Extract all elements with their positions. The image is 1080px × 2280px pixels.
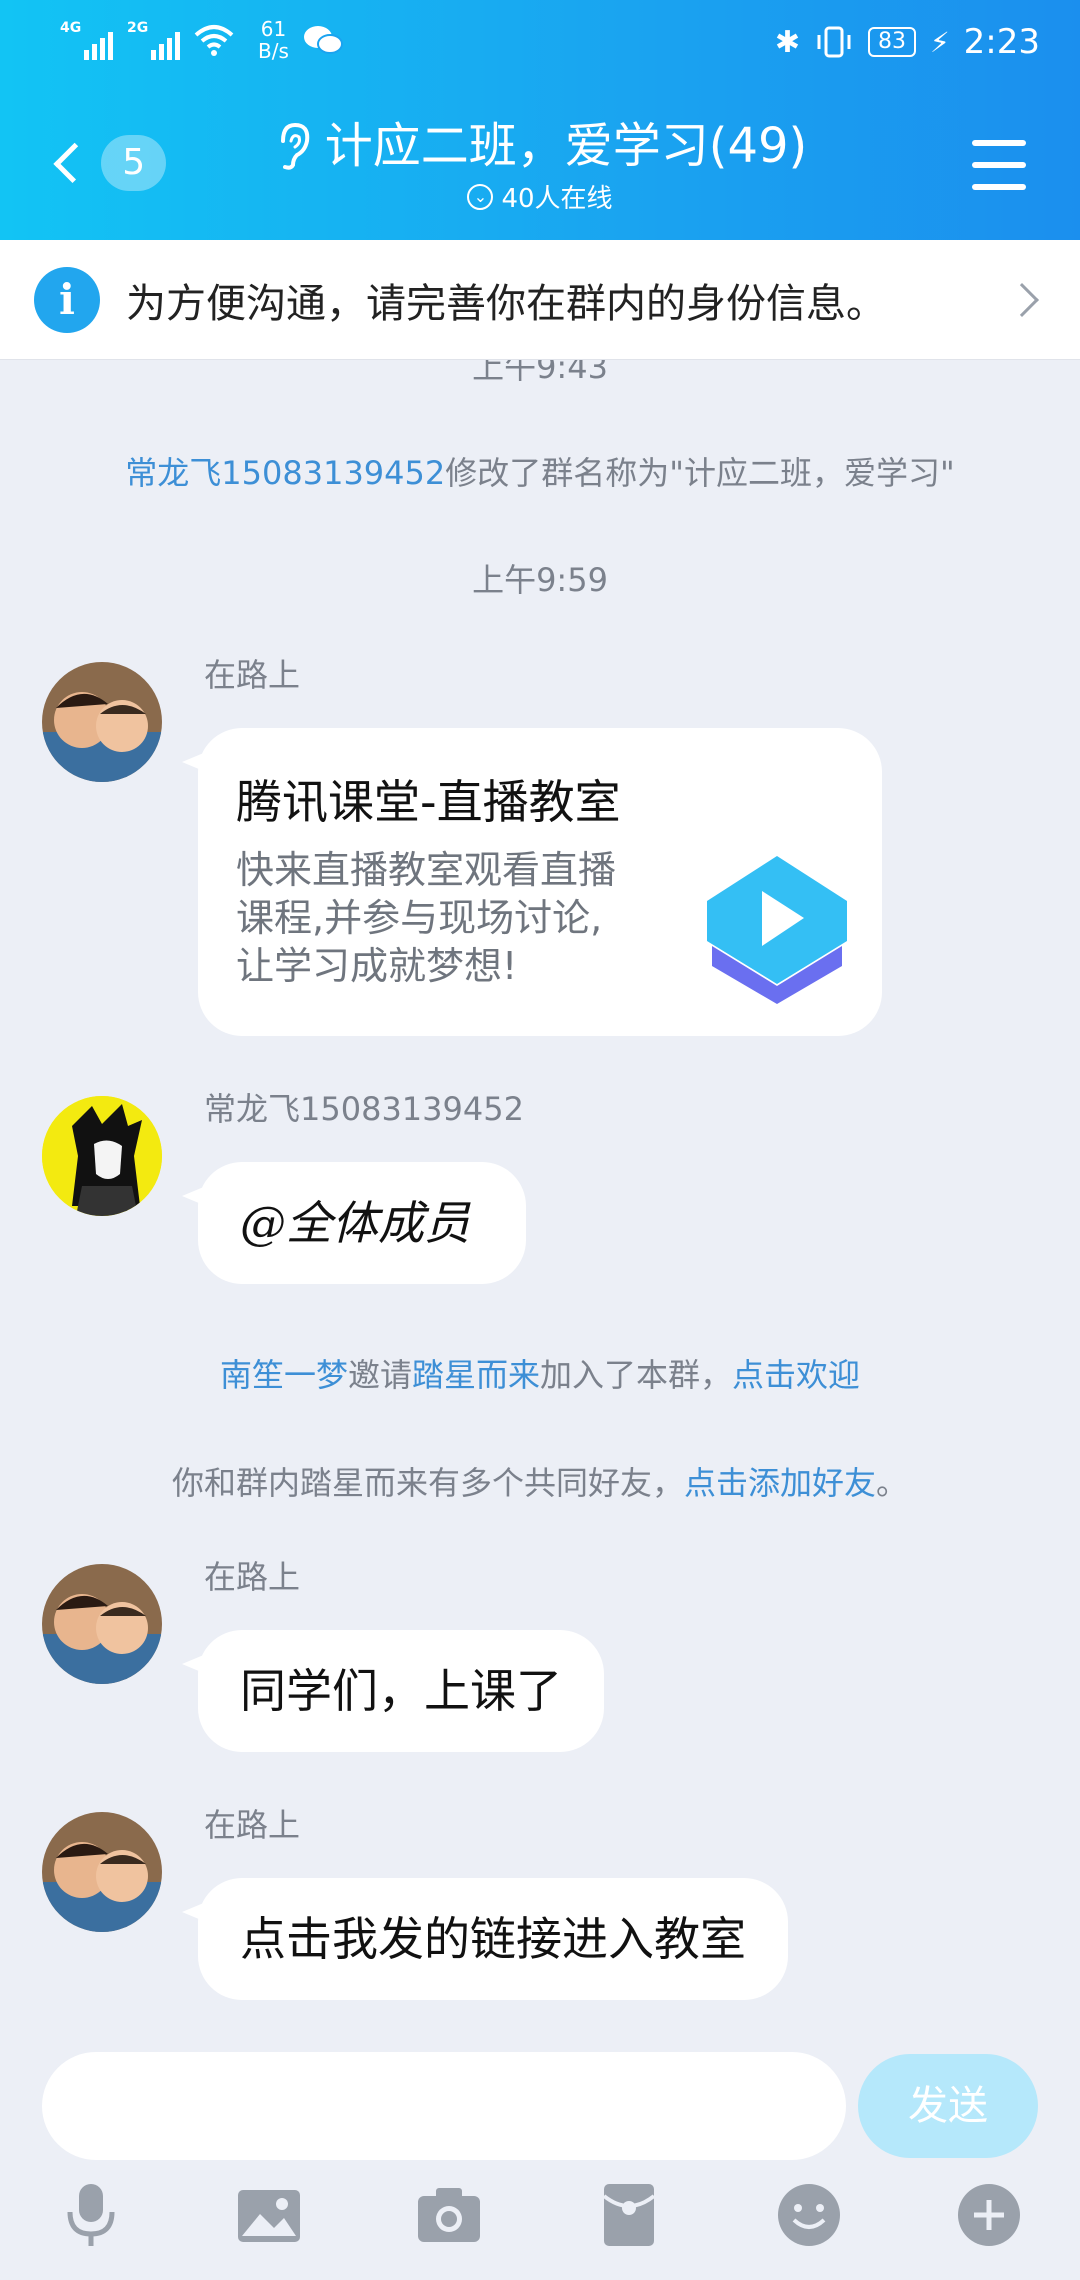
network-speed: 61 B/s [258, 18, 289, 62]
system-message-invite: 南笙一梦邀请踏星而来加入了本群，点击欢迎 [0, 1350, 1080, 1396]
speed-value: 61 [260, 17, 287, 41]
identity-notice[interactable]: i 为方便沟通，请完善你在群内的身份信息。 [0, 240, 1080, 360]
live-classroom-card[interactable]: 腾讯课堂-直播教室 快来直播教室观看直播 课程,并参与现场讨论, 让学习成就梦想… [182, 728, 882, 1036]
back-button[interactable]: 5 [46, 128, 166, 198]
ear-icon [280, 122, 309, 170]
system-message-friends: 你和群内踏星而来有多个共同好友，点击添加好友。 [0, 1458, 1080, 1504]
info-icon: i [34, 266, 100, 333]
bluetooth-icon: ✱ [774, 24, 800, 60]
user-link[interactable]: 踏星而来 [412, 1356, 540, 1394]
friends-end: 。 [876, 1464, 909, 1502]
welcome-link[interactable]: 点击欢迎 [732, 1356, 860, 1394]
wifi-icon [194, 25, 234, 56]
message-bubble[interactable]: 同学们，上课了 [182, 1630, 604, 1752]
timestamp: 上午9:59 [472, 561, 608, 599]
plus-icon[interactable] [954, 2180, 1024, 2250]
image-icon[interactable] [234, 2180, 304, 2250]
joined-text: 加入了本群， [540, 1356, 733, 1394]
charging-icon: ⚡ [929, 25, 950, 59]
chat-area[interactable]: 上午9:43 常龙飞15083139452修改了群名称为"计应二班，爱学习" 上… [0, 360, 1080, 2050]
timestamp: 上午9:43 [472, 360, 608, 386]
message-text: 点击我发的链接进入教室 [240, 1912, 746, 1966]
online-count: 40人在线 [501, 184, 613, 214]
menu-button[interactable] [972, 140, 1026, 190]
card-desc-line: 快来直播教室观看直播 [236, 848, 617, 892]
rename-text: 修改了群名称为"计应二班，爱学习" [445, 454, 955, 492]
avatar[interactable] [42, 662, 162, 782]
clock: 2:23 [963, 22, 1040, 62]
chevron-left-icon [53, 142, 95, 184]
red-packet-icon[interactable] [594, 2180, 664, 2250]
nav-bar: 5 计应二班，爱学习(49) ⌄ 40人在线 [0, 100, 1080, 240]
signal-label: 2G [127, 20, 149, 36]
sender-name: 在路上 [204, 656, 301, 694]
chevron-right-icon [1005, 282, 1039, 317]
tencent-classroom-logo-icon [707, 856, 847, 1004]
card-description: 快来直播教室观看直播 课程,并参与现场讨论, 让学习成就梦想! [236, 846, 676, 990]
message-text: 同学们，上课了 [240, 1664, 562, 1718]
card-desc-line: 课程,并参与现场讨论, [236, 896, 603, 940]
vibrate-icon [817, 26, 851, 58]
notice-text: 为方便沟通，请完善你在群内的身份信息。 [126, 280, 886, 327]
signal-4g-icon: 4G [60, 20, 113, 60]
friends-text: 你和群内踏星而来有多个共同好友， [171, 1464, 684, 1502]
chat-title-area[interactable]: 计应二班，爱学习(49) ⌄ 40人在线 [220, 114, 860, 215]
user-link[interactable]: 南笙一梦 [220, 1356, 348, 1394]
unread-badge: 5 [101, 135, 166, 191]
avatar[interactable] [42, 1564, 162, 1684]
input-bar: 发送 [0, 2050, 1080, 2280]
system-message-rename: 常龙飞15083139452修改了群名称为"计应二班，爱学习" [0, 448, 1080, 494]
header: 4G 2G 61 B/s ✱ 83 ⚡ 2:23 5 计应二班，爱学习(49) … [0, 0, 1080, 240]
avatar[interactable] [42, 1812, 162, 1932]
page-title: 计应二班，爱学习(49) [324, 118, 808, 174]
invite-verb: 邀请 [347, 1356, 412, 1394]
wechat-icon [303, 26, 343, 54]
toolbar [0, 2180, 1080, 2270]
signal-2g-icon: 2G [127, 20, 180, 60]
card-desc-line: 让学习成就梦想! [236, 944, 518, 988]
battery-indicator: 83 [867, 27, 916, 57]
sender-name: 在路上 [204, 1806, 301, 1844]
sender-name: 常龙飞15083139452 [204, 1090, 524, 1128]
status-bar: 4G 2G 61 B/s ✱ 83 ⚡ 2:23 [0, 0, 1080, 90]
signal-label: 4G [60, 20, 82, 36]
message-bubble[interactable]: 点击我发的链接进入教室 [182, 1878, 788, 2000]
user-link[interactable]: 常龙飞15083139452 [125, 454, 445, 492]
sender-name: 在路上 [204, 1558, 301, 1596]
speed-unit: B/s [258, 39, 289, 63]
message-input[interactable] [42, 2052, 846, 2160]
chevron-down-circle-icon: ⌄ [467, 183, 494, 210]
message-bubble[interactable]: @全体成员 [182, 1162, 526, 1284]
mic-icon[interactable] [56, 2180, 126, 2250]
camera-icon[interactable] [414, 2180, 484, 2250]
avatar[interactable] [42, 1096, 162, 1216]
emoji-icon[interactable] [774, 2180, 844, 2250]
card-title: 腾讯课堂-直播教室 [236, 775, 621, 829]
add-friend-link[interactable]: 点击添加好友 [684, 1464, 876, 1502]
send-button[interactable]: 发送 [858, 2054, 1038, 2158]
message-text: @全体成员 [240, 1196, 470, 1250]
